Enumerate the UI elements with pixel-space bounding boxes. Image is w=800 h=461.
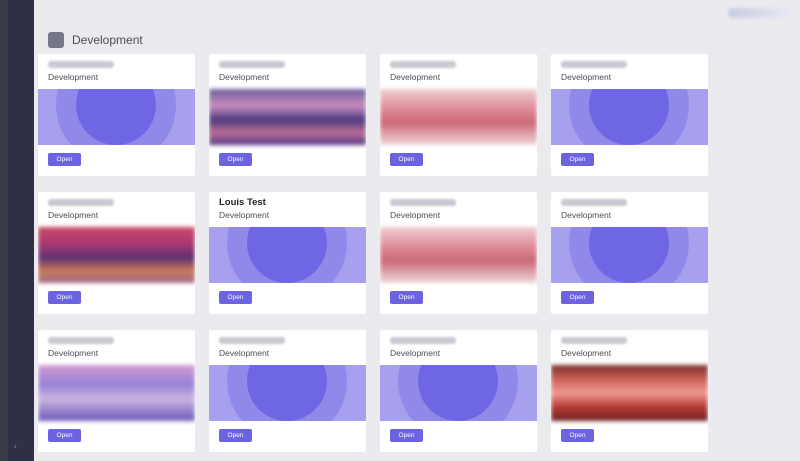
project-name: Louis Test [219, 197, 266, 208]
open-button[interactable]: Open [390, 429, 423, 442]
project-name-redacted [390, 337, 456, 344]
project-name-redacted [561, 337, 627, 344]
project-card[interactable]: Development Open [209, 54, 366, 176]
project-banner-image [38, 227, 195, 283]
folder-icon [48, 32, 64, 48]
project-card[interactable]: Development Open [551, 192, 708, 314]
project-name-redacted [219, 61, 285, 68]
project-name-redacted [48, 61, 114, 68]
open-button[interactable]: Open [561, 429, 594, 442]
project-card[interactable]: Development Open [380, 54, 537, 176]
project-name-redacted [390, 61, 456, 68]
default-banner-image [209, 227, 366, 283]
project-folder-label: Development [48, 348, 99, 358]
project-folder-label: Development [390, 348, 441, 358]
open-button[interactable]: Open [219, 291, 252, 304]
default-banner-image [38, 89, 195, 145]
sidebar: ‹ [8, 0, 34, 461]
project-banner-image [209, 89, 366, 145]
section-title: Development [72, 33, 143, 47]
project-folder-label: Development [390, 210, 441, 220]
project-banner-image [380, 89, 537, 145]
project-banner-image [38, 365, 195, 421]
open-button[interactable]: Open [390, 291, 423, 304]
default-banner-image [551, 227, 708, 283]
project-card[interactable]: Development Open [38, 54, 195, 176]
open-button[interactable]: Open [561, 153, 594, 166]
project-name-redacted [48, 337, 114, 344]
default-banner-image [209, 365, 366, 421]
project-card[interactable]: Development Open [380, 330, 537, 452]
open-button[interactable]: Open [219, 429, 252, 442]
project-name-redacted [48, 199, 114, 206]
project-card[interactable]: Development Open [38, 330, 195, 452]
user-menu[interactable] [728, 8, 792, 18]
project-folder-label: Development [219, 210, 270, 220]
project-folder-label: Development [48, 210, 99, 220]
default-banner-image [380, 365, 537, 421]
open-button[interactable]: Open [390, 153, 423, 166]
project-banner-image [380, 227, 537, 283]
project-name-redacted [561, 199, 627, 206]
project-folder-label: Development [561, 72, 612, 82]
open-button[interactable]: Open [219, 153, 252, 166]
open-button[interactable]: Open [48, 291, 81, 304]
collapse-sidebar-icon[interactable]: ‹ [14, 441, 17, 451]
open-button[interactable]: Open [48, 429, 81, 442]
open-button[interactable]: Open [561, 291, 594, 304]
project-folder-label: Development [561, 348, 612, 358]
default-banner-image [551, 89, 708, 145]
project-card[interactable]: Louis Test Development Open [209, 192, 366, 314]
open-button[interactable]: Open [48, 153, 81, 166]
project-folder-label: Development [48, 72, 99, 82]
project-folder-label: Development [219, 348, 270, 358]
project-name-redacted [390, 199, 456, 206]
section-header: Development [48, 32, 143, 48]
project-folder-label: Development [561, 210, 612, 220]
project-card[interactable]: Development Open [551, 330, 708, 452]
project-name-redacted [561, 61, 627, 68]
project-folder-label: Development [219, 72, 270, 82]
window-edge [0, 0, 8, 461]
project-card[interactable]: Development Open [209, 330, 366, 452]
project-name-redacted [219, 337, 285, 344]
card-grid: Development Open Development Open Developmen… [38, 54, 708, 452]
project-folder-label: Development [390, 72, 441, 82]
project-card[interactable]: Development Open [380, 192, 537, 314]
project-card[interactable]: Development Open [551, 54, 708, 176]
project-card[interactable]: Development Open [38, 192, 195, 314]
project-banner-image [551, 365, 708, 421]
